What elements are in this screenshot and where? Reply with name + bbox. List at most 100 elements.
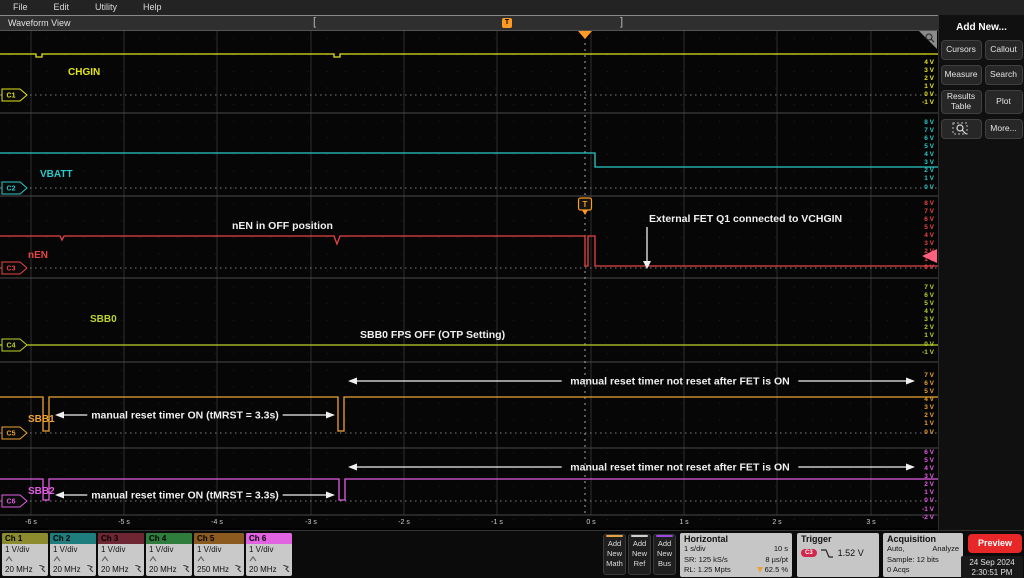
- channel-badge-ch1[interactable]: Ch 11 V/div 20 MHz: [2, 533, 48, 576]
- channel-badge-menu-icon[interactable]: [182, 564, 190, 574]
- trigger-panel[interactable]: Trigger C3 1.52 V: [797, 533, 879, 577]
- channel-bandwidth-text: 20 MHz: [249, 565, 277, 574]
- trigger-source-badge: C3: [801, 549, 817, 557]
- search-button[interactable]: Search: [984, 65, 1023, 85]
- horizontal-panel[interactable]: Horizontal 1 s/div 10 s SR: 125 kS/s 8 µs/…: [680, 533, 792, 577]
- channel-badge-header: Ch 3: [98, 533, 144, 544]
- channel-tag-label-C3: C3: [7, 266, 16, 273]
- trigger-title: Trigger: [801, 534, 832, 544]
- channel-badge-body: 1 V/div 250 MHz: [194, 544, 244, 576]
- scale-label-C2: 5 V: [924, 143, 934, 150]
- scale-label-C2: 8 V: [924, 119, 934, 126]
- trace-CHGIN: [0, 53, 938, 58]
- more-button[interactable]: More...: [984, 118, 1023, 139]
- measure-button[interactable]: Measure: [940, 65, 982, 85]
- channel-badge-body: 1 V/div 20 MHz: [146, 544, 192, 576]
- acquisition-title: Acquisition: [887, 534, 936, 544]
- arrowhead-right: [906, 463, 915, 471]
- add-new-math-button[interactable]: Add New Math: [603, 534, 626, 575]
- channel-badge-menu-icon[interactable]: [134, 564, 142, 574]
- channel-scale-text: 1 V/div: [249, 545, 274, 554]
- coupling-icon: [249, 555, 257, 564]
- callout-button[interactable]: Callout: [984, 40, 1023, 60]
- add-button-line: Add: [632, 539, 647, 548]
- results-table-button[interactable]: Results Table: [940, 90, 982, 114]
- horizontal-record-length: RL: 1.25 Mpts: [684, 565, 731, 574]
- scale-label-C5: 3 V: [924, 404, 934, 411]
- add-new-bus-button[interactable]: Add New Bus: [653, 534, 676, 575]
- add-button-accent: [631, 535, 648, 537]
- channel-badge-ch6[interactable]: Ch 61 V/div 20 MHz: [246, 533, 292, 576]
- record-trigger-position-icon[interactable]: T: [502, 18, 512, 28]
- channel-badge-ch4[interactable]: Ch 41 V/div 20 MHz: [146, 533, 192, 576]
- menu-item-utility[interactable]: Utility: [82, 0, 130, 15]
- plot-button[interactable]: Plot: [984, 90, 1023, 114]
- scale-label-C6: -2 V: [922, 514, 935, 521]
- waveform-plot-svg[interactable]: 4 V3 V2 V1 V0 V-1 VCHGINC18 V7 V6 V5 V4 …: [0, 30, 938, 528]
- time-axis-label: -5 s: [118, 519, 130, 526]
- zoom-window-left-bracket[interactable]: [: [313, 16, 316, 28]
- coupling-icon: [197, 555, 205, 564]
- channel-badge-ch2[interactable]: Ch 21 V/div 20 MHz: [50, 533, 96, 576]
- scale-label-C2: 2 V: [924, 167, 934, 174]
- scale-label-C6: 6 V: [924, 449, 934, 456]
- scale-label-C6: 1 V: [924, 489, 934, 496]
- add-button-line: New: [656, 548, 672, 558]
- acquisition-panel[interactable]: Acquisition Auto, Analyze Sample: 12 bits…: [883, 533, 963, 577]
- channel-badge-body: 1 V/div 20 MHz: [50, 544, 96, 576]
- draw-box-zoom-button[interactable]: [940, 118, 982, 139]
- channel-badge-header: Ch 6: [246, 533, 292, 544]
- scale-label-C5: 5 V: [924, 388, 934, 395]
- scale-label-C2: 0 V: [924, 184, 934, 191]
- time-axis-label: -2 s: [398, 519, 410, 526]
- menu-item-edit[interactable]: Edit: [41, 0, 83, 15]
- arrowhead-right: [326, 491, 335, 499]
- scale-label-C4: -1 V: [922, 349, 935, 356]
- menu-item-file[interactable]: File: [0, 0, 41, 15]
- channel-scale-text: 1 V/div: [53, 545, 78, 554]
- channel-badge-ch5[interactable]: Ch 51 V/div 250 MHz: [194, 533, 244, 576]
- channel-badge-menu-icon[interactable]: [282, 564, 290, 574]
- preview-button[interactable]: Preview: [968, 534, 1022, 553]
- scale-label-C3: 3 V: [924, 240, 934, 247]
- horizontal-scale: 1 s/div: [684, 544, 706, 553]
- waveform-view-area[interactable]: 4 V3 V2 V1 V0 V -1 V CHGIN C1 8 V7 V6 V5 V4 …: [0, 30, 938, 528]
- channel-bandwidth-text: 250 MHz: [197, 565, 230, 574]
- tab-waveform-view[interactable]: Waveform View: [8, 18, 71, 28]
- scale-label-C5: 0 V: [924, 429, 934, 436]
- time-text: 2:30:51 PM: [971, 568, 1013, 578]
- add-new-panel: Add New... Cursors Callout Measure Searc…: [938, 15, 1024, 530]
- scale-label-C5: 2 V: [924, 412, 934, 419]
- scale-label-C3: 8 V: [924, 200, 934, 207]
- add-button-line: Add: [607, 539, 622, 548]
- channel-badge-menu-icon[interactable]: [234, 564, 242, 574]
- menu-item-help[interactable]: Help: [130, 0, 175, 15]
- channel-badge-ch3[interactable]: Ch 31 V/div 20 MHz: [98, 533, 144, 576]
- channel-label-CHGIN: CHGIN: [68, 67, 100, 78]
- channel-label-VBATT: VBATT: [40, 169, 73, 180]
- time-axis-label: 0 s: [586, 519, 596, 526]
- time-axis-label: 1 s: [679, 519, 689, 526]
- zoom-window-right-bracket[interactable]: ]: [620, 16, 623, 28]
- scale-label-C3: 6 V: [924, 216, 934, 223]
- cursors-button[interactable]: Cursors: [940, 40, 982, 60]
- annotation-text: SBB0 FPS OFF (OTP Setting): [360, 329, 505, 341]
- channel-badge-body: 1 V/div 20 MHz: [246, 544, 292, 576]
- scale-label-C4: 1 V: [924, 332, 934, 339]
- coupling-icon: [101, 555, 109, 564]
- arrow-annotation-text: manual reset timer ON (tMRST = 3.3s): [91, 410, 279, 422]
- channel-tag-label-C6: C6: [7, 499, 16, 506]
- time-axis-label: -4 s: [211, 519, 223, 526]
- scale-label-C4: 3 V: [924, 316, 934, 323]
- channel-badge-header: Ch 4: [146, 533, 192, 544]
- channel-badge-menu-icon[interactable]: [86, 564, 94, 574]
- arrowhead-left: [348, 377, 357, 385]
- channel-badge-menu-icon[interactable]: [38, 564, 46, 574]
- trigger-position-marker[interactable]: [578, 31, 592, 39]
- acquisition-count: 0 Acqs: [887, 565, 910, 574]
- add-new-ref-button[interactable]: Add New Ref: [628, 534, 651, 575]
- channel-tag-label-C4: C4: [7, 343, 16, 350]
- acquisition-analyze: Analyze: [932, 544, 959, 553]
- scale-label-C6: 2 V: [924, 481, 934, 488]
- oscilloscope-app: File Edit Utility Help Waveform View [ T ] …: [0, 0, 1024, 578]
